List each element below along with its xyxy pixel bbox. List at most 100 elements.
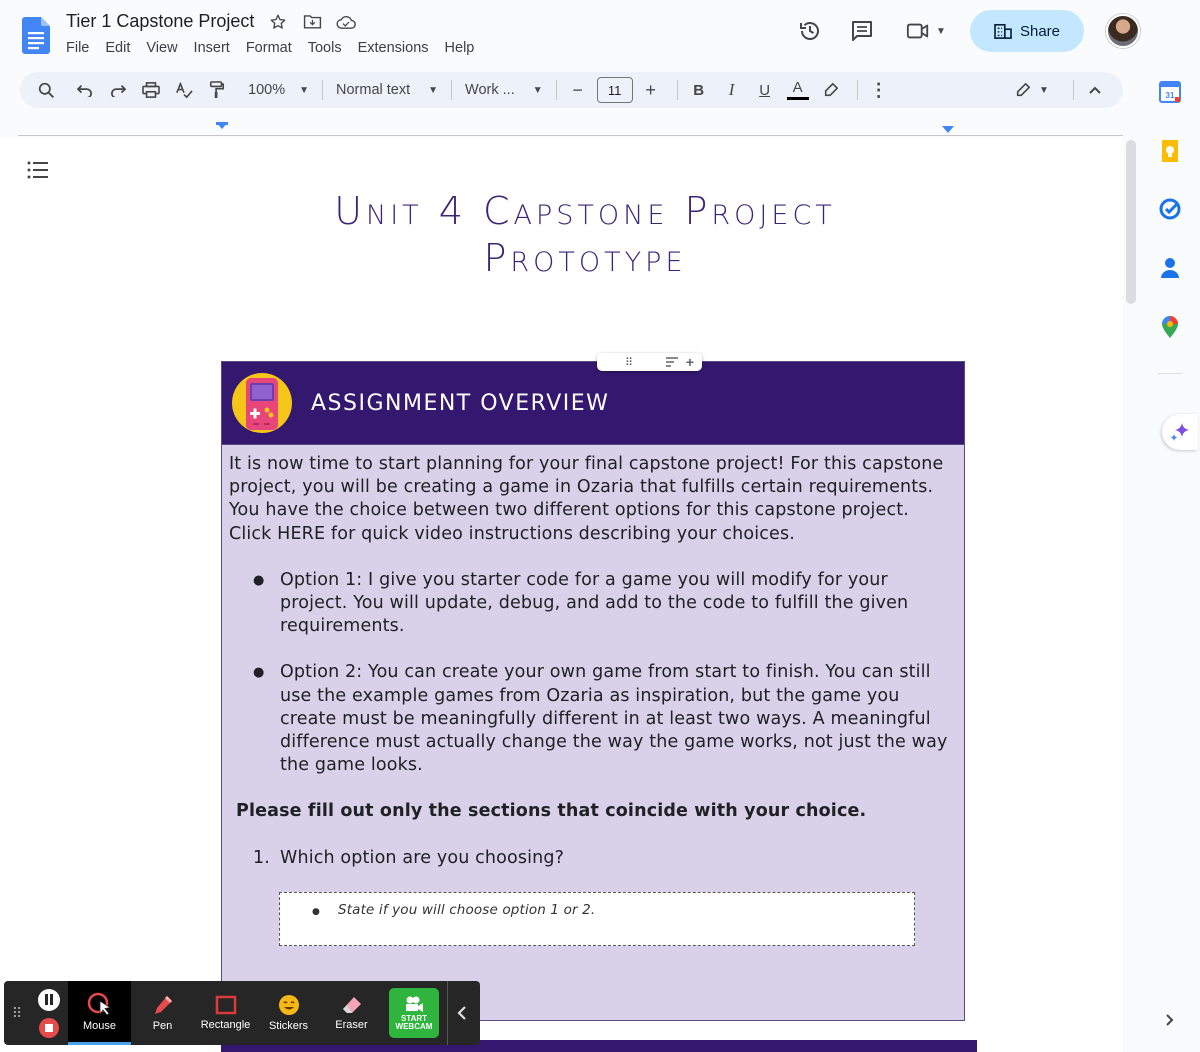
move-folder-icon[interactable] xyxy=(302,12,322,32)
table-drag-handle[interactable]: ⠿ + xyxy=(597,353,702,371)
menu-edit[interactable]: Edit xyxy=(105,39,138,57)
font-select[interactable]: Work ... ▼ xyxy=(459,82,549,98)
paragraph-style-select[interactable]: Normal text ▼ xyxy=(330,82,444,98)
zoom-value: 100% xyxy=(248,82,286,98)
formatting-toolbar: 100% ▼ Normal text ▼ Work ... ▼ − 11 + B… xyxy=(20,72,1123,108)
spellcheck-icon[interactable] xyxy=(170,76,198,104)
mouse-tool[interactable]: Mouse xyxy=(68,981,131,1045)
add-row-icon[interactable]: + xyxy=(686,354,694,370)
question-1: 1. Which option are you choosing? xyxy=(229,847,956,870)
ruler[interactable] xyxy=(18,122,1123,136)
eraser-tool-label: Eraser xyxy=(335,1019,368,1031)
divider xyxy=(676,80,678,100)
increase-font-size-icon[interactable]: + xyxy=(637,76,665,104)
intro-paragraph: It is now time to start planning for you… xyxy=(229,454,944,544)
contacts-icon[interactable] xyxy=(1158,256,1182,280)
editing-mode-icon[interactable]: ▼ xyxy=(1010,76,1054,104)
divider xyxy=(451,80,453,100)
avatar[interactable] xyxy=(1106,14,1140,48)
document-outline-icon[interactable] xyxy=(27,161,49,179)
underline-button[interactable]: U xyxy=(751,76,779,104)
menu-tools[interactable]: Tools xyxy=(308,39,350,57)
google-docs-window: Tier 1 Capstone Project File Edit View I… xyxy=(0,0,1200,1052)
pen-tool[interactable]: Pen xyxy=(131,981,194,1045)
webcam-icon xyxy=(406,996,423,1012)
divider xyxy=(1158,373,1182,374)
chevron-down-icon: ▼ xyxy=(428,84,439,96)
drag-grip-icon[interactable]: ⠿ xyxy=(625,356,633,369)
rectangle-tool-label: Rectangle xyxy=(200,1019,251,1031)
cloud-saved-icon[interactable] xyxy=(336,12,357,32)
menu-extensions[interactable]: Extensions xyxy=(358,39,437,57)
zoom-select[interactable]: 100% ▼ xyxy=(242,82,315,98)
comments-icon[interactable] xyxy=(842,11,882,51)
highlight-pen-icon[interactable] xyxy=(817,76,845,104)
card-title: ASSIGNMENT OVERVIEW xyxy=(311,390,610,416)
chevron-down-icon: ▼ xyxy=(299,84,309,96)
font-value: Work ... xyxy=(465,82,515,98)
print-icon[interactable] xyxy=(137,76,165,104)
menu-bar: File Edit View Insert Format Tools Exten… xyxy=(66,39,490,57)
page-title-line2: Prototype xyxy=(483,236,687,280)
calendar-icon[interactable]: 31 xyxy=(1158,80,1182,104)
font-size-input[interactable]: 11 xyxy=(596,77,633,103)
menu-format[interactable]: Format xyxy=(246,39,300,57)
version-history-icon[interactable] xyxy=(790,11,830,51)
menu-insert[interactable]: Insert xyxy=(194,39,238,57)
rectangle-tool[interactable]: Rectangle xyxy=(194,981,257,1045)
answer-hint: State if you will choose option 1 or 2. xyxy=(338,901,596,918)
eraser-icon xyxy=(342,997,361,1013)
more-options-icon[interactable]: ⋮ xyxy=(865,76,893,104)
collapse-toolbar-icon[interactable] xyxy=(1081,76,1109,104)
page-title[interactable]: Unit 4 Capstone Project Prototype xyxy=(150,188,1020,282)
stickers-tool[interactable]: Stickers xyxy=(257,981,320,1045)
decrease-font-size-icon[interactable]: − xyxy=(564,76,592,104)
chevron-down-icon: ▼ xyxy=(532,84,543,96)
table-options-icon[interactable]: + xyxy=(665,354,694,370)
undo-icon[interactable] xyxy=(71,76,99,104)
option-1-bullet: Option 1: I give you starter code for a … xyxy=(229,569,956,639)
document-title[interactable]: Tier 1 Capstone Project xyxy=(66,11,254,32)
keep-icon[interactable] xyxy=(1158,139,1182,163)
pause-icon[interactable] xyxy=(38,988,60,1011)
star-icon[interactable] xyxy=(268,12,288,32)
rectangle-icon xyxy=(215,995,236,1015)
eraser-tool[interactable]: Eraser xyxy=(320,981,383,1045)
drag-handle-icon[interactable]: ⠿ xyxy=(4,981,30,1045)
chevron-down-icon: ▼ xyxy=(1039,84,1049,96)
right-indent-marker[interactable] xyxy=(942,126,954,133)
bold-button[interactable]: B xyxy=(685,76,713,104)
docs-logo-icon[interactable] xyxy=(22,17,50,54)
stop-icon[interactable] xyxy=(39,1017,59,1038)
smiley-sticker-icon xyxy=(278,995,299,1015)
meet-call-icon[interactable]: ▼ xyxy=(900,11,952,51)
vertical-scrollbar[interactable] xyxy=(1126,140,1136,304)
text-color-label: A xyxy=(792,78,803,96)
card-header: ASSIGNMENT OVERVIEW xyxy=(222,362,964,445)
menu-file[interactable]: File xyxy=(66,39,97,57)
pen-tool-label: Pen xyxy=(152,1020,173,1032)
building-icon xyxy=(994,23,1012,39)
italic-button[interactable]: I xyxy=(718,76,746,104)
indent-bar-marker[interactable] xyxy=(216,122,228,125)
answer-box[interactable]: State if you will choose option 1 or 2. xyxy=(279,891,915,946)
redo-icon[interactable] xyxy=(104,76,132,104)
gemini-sparkle-icon[interactable] xyxy=(1162,414,1198,450)
assignment-overview-table[interactable]: ASSIGNMENT OVERVIEW It is now time to st… xyxy=(221,361,965,1021)
card-body: It is now time to start planning for you… xyxy=(222,445,964,946)
collapse-recorder-icon[interactable] xyxy=(447,981,475,1045)
maps-icon[interactable] xyxy=(1158,315,1182,339)
page-title-line1: Unit 4 Capstone Project xyxy=(334,189,836,233)
menu-help[interactable]: Help xyxy=(445,39,483,57)
tasks-icon[interactable] xyxy=(1158,197,1182,221)
paint-format-icon[interactable] xyxy=(203,76,231,104)
start-webcam-button[interactable]: START WEBCAM xyxy=(389,988,439,1038)
chevron-right-icon[interactable] xyxy=(1158,1008,1182,1032)
question-text: Which option are you choosing? xyxy=(280,847,565,868)
search-menus-icon[interactable] xyxy=(32,76,60,104)
mouse-cursor-icon xyxy=(87,992,111,1016)
text-color-button[interactable]: A xyxy=(784,76,812,104)
share-button[interactable]: Share xyxy=(970,10,1084,52)
header: Tier 1 Capstone Project File Edit View I… xyxy=(0,0,1140,66)
menu-view[interactable]: View xyxy=(146,39,185,57)
